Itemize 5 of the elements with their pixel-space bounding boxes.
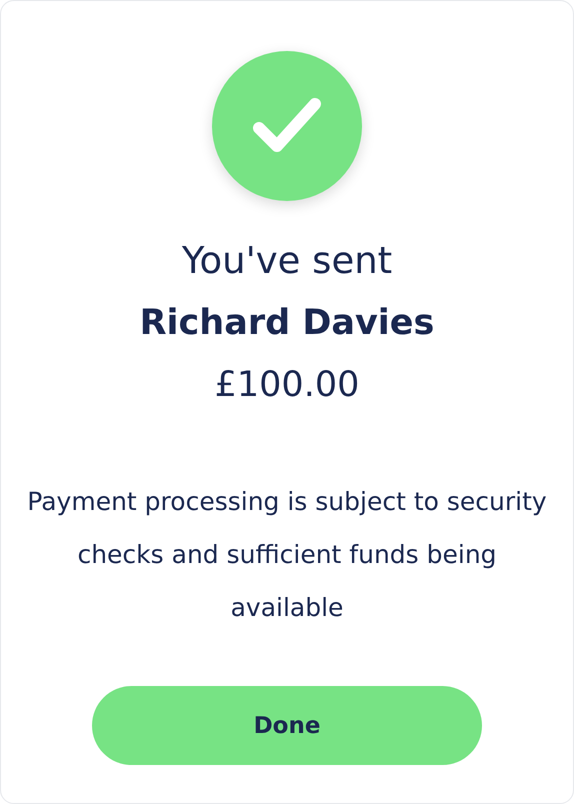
info-text: Payment processing is subject to security checks and sufficient funds being available [27,486,547,624]
recipient-name: Richard Davies [140,302,434,345]
done-button[interactable]: Done [92,686,482,765]
heading: You've sent [182,238,392,284]
amount: £100.00 [214,364,360,407]
